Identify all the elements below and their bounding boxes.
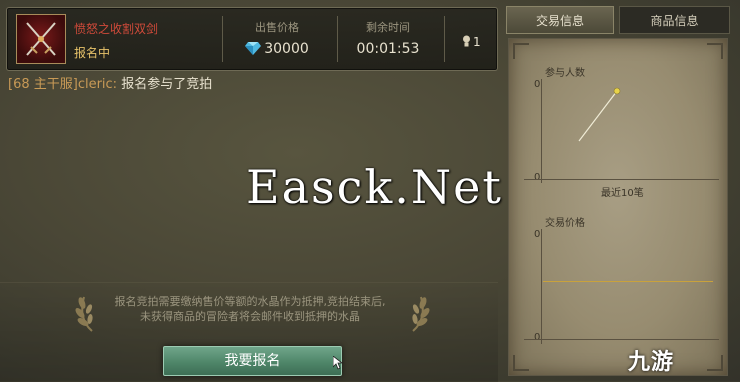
x-axis xyxy=(524,339,719,340)
time-remaining-value: 00:01:53 xyxy=(356,41,420,57)
corner-ornament xyxy=(513,355,529,371)
chat-sender[interactable]: [68 主干服]cleric: xyxy=(8,77,117,92)
participant-icon xyxy=(463,35,470,47)
price-x-zero: 0 xyxy=(534,332,541,343)
participants-series-line xyxy=(578,90,618,142)
auction-item-card: 愤怒之收割双剑 报名中 出售价格 30000 剩余时间 00:01:53 1 xyxy=(6,7,498,71)
dual-swords-item-icon[interactable] xyxy=(16,14,66,64)
tab-item-info[interactable]: 商品信息 xyxy=(619,6,730,34)
participants-data-point xyxy=(613,87,621,95)
jiuyou-logo: 九游 xyxy=(628,350,675,375)
registration-status: 报名中 xyxy=(74,46,111,60)
left-laurel-icon xyxy=(75,296,93,332)
price-value-wrap: 30000 xyxy=(222,41,332,57)
chat-text: 报名参与了竞拍 xyxy=(117,77,213,92)
price-y-zero: 0 xyxy=(534,229,541,240)
right-laurel-icon xyxy=(412,296,430,332)
divider xyxy=(444,16,445,62)
y-axis xyxy=(541,229,542,344)
crossed-swords-icon xyxy=(26,22,56,56)
crystal-gem-icon xyxy=(245,42,262,55)
auction-deposit-notice: 报名竞拍需要缴纳售价等额的水晶作为抵押,竞拍结束后, 未获得商品的冒险者将会邮件… xyxy=(100,294,400,324)
corner-ornament xyxy=(707,355,723,371)
participant-count: 1 xyxy=(473,35,481,49)
signup-bid-button[interactable]: 我要报名 xyxy=(163,346,342,376)
mouse-cursor-icon xyxy=(333,356,343,370)
chat-message: [68 主干服]cleric: 报名参与了竞拍 xyxy=(8,73,212,92)
watermark: Easck.Net xyxy=(246,160,503,214)
price-axis-label: 交易价格 xyxy=(545,218,585,229)
notice-line-1: 报名竞拍需要缴纳售价等额的水晶作为抵押,竞拍结束后, xyxy=(114,295,386,308)
tab-trade-info[interactable]: 交易信息 xyxy=(506,6,614,34)
item-name: 愤怒之收割双剑 xyxy=(74,22,159,36)
participants-chart-svg xyxy=(578,87,621,142)
price-value: 30000 xyxy=(264,41,309,57)
time-remaining-label: 剩余时间 xyxy=(366,21,410,34)
price-label: 出售价格 xyxy=(255,21,299,34)
price-series-line xyxy=(543,281,713,282)
trade-history-panel: 参与人数 0 0 最近10笔 交易价格 0 0 xyxy=(508,38,728,376)
notice-line-2: 未获得商品的冒险者将会邮件收到抵押的水晶 xyxy=(140,310,360,323)
